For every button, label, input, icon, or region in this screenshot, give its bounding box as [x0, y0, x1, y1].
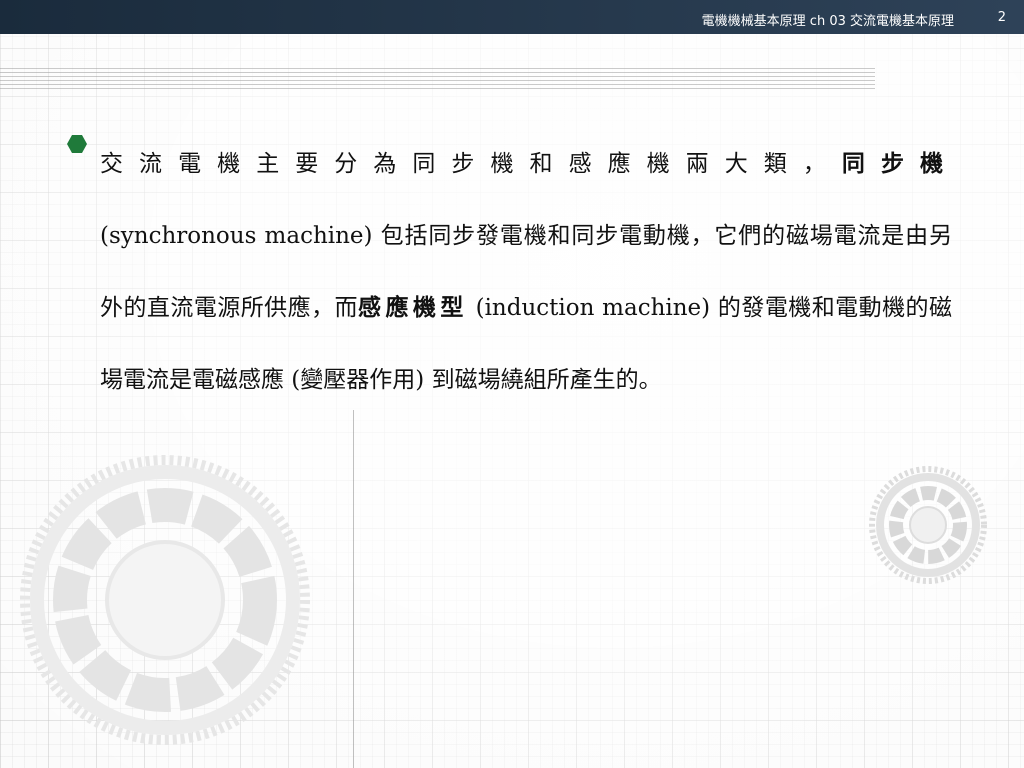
header-bar: 電機機械基本原理 ch 03 交流電機基本原理 2	[0, 0, 1024, 34]
paragraph-segment-1: 交流電機主要分為同步機和感應機兩大類，	[100, 151, 842, 177]
page-number: 2	[997, 10, 1006, 25]
decorative-stripes	[0, 68, 875, 92]
term-induction-machine: 感應機型	[358, 294, 468, 321]
gear-decoration-large-icon	[20, 455, 310, 745]
vertical-guide-line	[353, 410, 354, 768]
slide-header-title: 電機機械基本原理 ch 03 交流電機基本原理	[701, 14, 954, 29]
term-synchronous-machine: 同步機	[841, 150, 953, 177]
bullet-paragraph: 交流電機主要分為同步機和感應機兩大類，同步機 (synchronous mach…	[100, 128, 952, 416]
hexagon-bullet-icon	[67, 135, 87, 153]
gear-decoration-small-icon	[869, 466, 987, 584]
slide: 電機機械基本原理 ch 03 交流電機基本原理 2 交流電機主要分為同步機和感應…	[0, 0, 1024, 768]
